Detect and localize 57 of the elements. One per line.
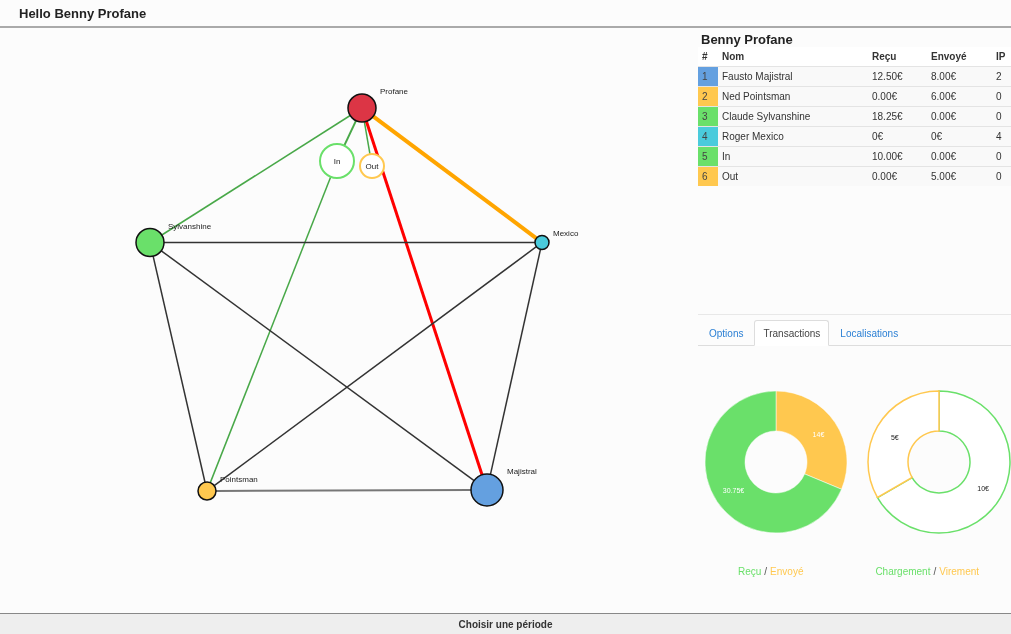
graph-node[interactable] [470, 473, 504, 507]
legend-label: Reçu [737, 566, 762, 577]
color-index-cell: 2 [698, 86, 718, 107]
graph-node[interactable] [197, 481, 217, 501]
node-label: Profane [380, 87, 409, 96]
legend-label: Virement [939, 566, 980, 577]
node-label: In [333, 157, 341, 166]
panel-title: Benny Profane [700, 31, 794, 47]
table-cell: In [718, 146, 868, 167]
table-cell: Out [718, 166, 868, 186]
table-cell: 0.00€ [868, 86, 927, 107]
table-cell: Claude Sylvanshine [718, 106, 868, 127]
column-header: Envoyé [927, 47, 992, 67]
table-cell: 0€ [868, 126, 927, 147]
table-cell: 10.00€ [868, 146, 927, 167]
color-index-cell: 6 [698, 166, 718, 186]
legend-label: Chargement [875, 566, 931, 577]
legend-separator: / [764, 566, 768, 577]
column-header: # [698, 47, 718, 67]
table-cell: 0 [992, 146, 1011, 167]
table-cell: 18.25€ [868, 106, 927, 127]
table-cell: 0 [992, 106, 1011, 127]
period-button[interactable]: Choisir une période [0, 613, 1011, 634]
tab[interactable]: Localisations [831, 320, 908, 346]
tab[interactable]: Transactions [754, 320, 830, 346]
color-index-cell: 5 [698, 146, 718, 167]
table-cell: Ned Pointsman [718, 86, 868, 107]
graph-node[interactable] [534, 234, 550, 251]
color-index-cell: 4 [698, 126, 718, 147]
color-index-cell: 3 [698, 106, 718, 127]
table-cell: Fausto Majistral [718, 66, 868, 87]
node-label: Out [365, 162, 379, 171]
table-cell: 12.50€ [868, 66, 927, 87]
table-cell: 0 [992, 166, 1011, 186]
table-cell: 0€ [927, 126, 992, 147]
table-cell: 4 [992, 126, 1011, 147]
legend-separator: / [933, 566, 937, 577]
table-cell: 6.00€ [927, 86, 992, 107]
column-header: Reçu [868, 47, 927, 67]
table-cell: Roger Mexico [718, 126, 868, 147]
graph-node[interactable] [135, 227, 165, 258]
table-cell: 2 [992, 66, 1011, 87]
table-cell: 0.00€ [868, 166, 927, 186]
column-header: Nom [718, 47, 868, 67]
graph-node[interactable] [347, 93, 377, 123]
table-cell: 0.00€ [927, 106, 992, 127]
table-cell: 0 [992, 86, 1011, 107]
table-cell: 0.00€ [927, 146, 992, 167]
column-header: IP [992, 47, 1011, 67]
legend-label: Envoyé [770, 566, 804, 577]
node-label: Mexico [553, 228, 579, 238]
table-cell: 5.00€ [927, 166, 992, 186]
page-title: Hello Benny Profane [19, 5, 147, 21]
table-cell: 8.00€ [927, 66, 992, 87]
color-index-cell: 1 [698, 66, 718, 87]
node-label: Majistral [507, 467, 537, 476]
tab[interactable]: Options [700, 320, 753, 346]
